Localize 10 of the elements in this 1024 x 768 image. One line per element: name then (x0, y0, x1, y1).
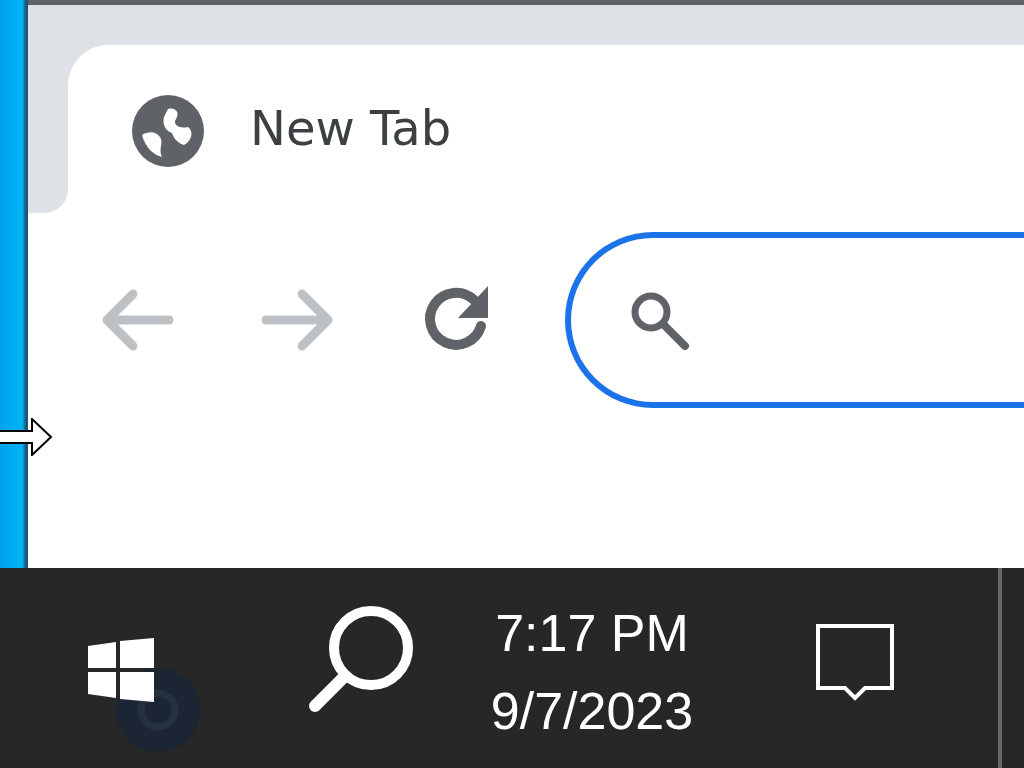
clock-time: 7:17 PM (495, 603, 689, 663)
start-button[interactable] (88, 638, 154, 702)
globe-icon (132, 95, 204, 167)
address-bar[interactable] (565, 232, 1024, 408)
browser-tab[interactable]: New Tab (68, 45, 1024, 213)
tab-title: New Tab (250, 99, 452, 158)
clock-date: 9/7/2023 (490, 681, 694, 741)
search-button[interactable] (307, 604, 415, 712)
notification-button[interactable] (815, 623, 895, 703)
clock[interactable]: 7:17 PM 9/7/2023 (467, 603, 717, 741)
